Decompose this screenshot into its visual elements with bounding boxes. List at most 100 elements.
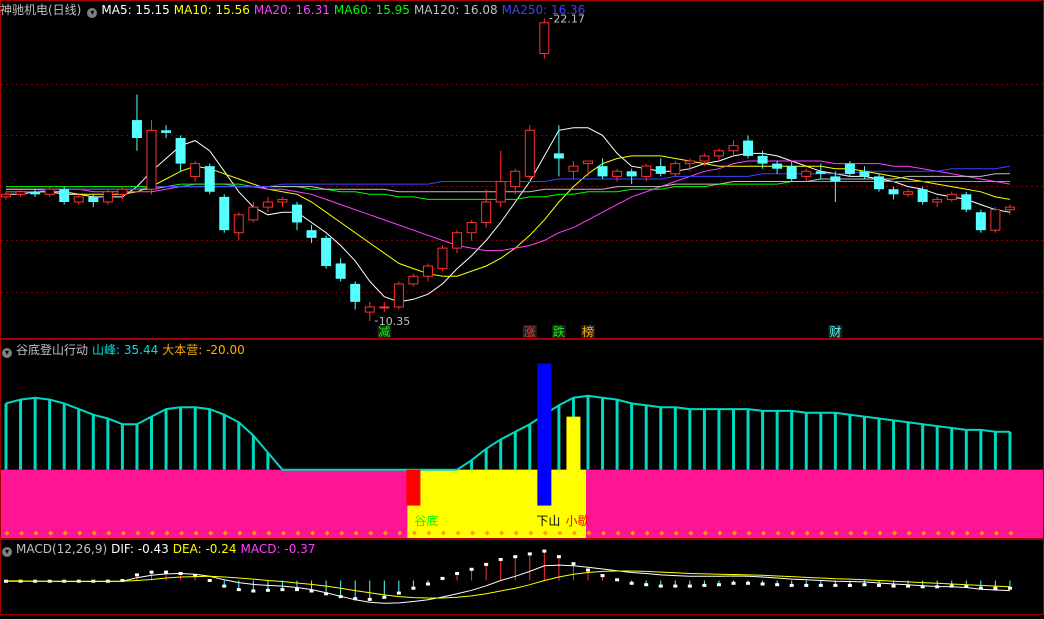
candle-9 — [131, 94, 142, 151]
macd-bar-cap-50 — [731, 581, 736, 585]
candle-32 — [466, 219, 477, 241]
macd-bar-cap-9 — [134, 573, 139, 577]
candle-body-22 — [321, 237, 332, 266]
signal-label-2: 小歇 — [565, 514, 589, 528]
dif-line — [6, 564, 1011, 604]
candle-31 — [452, 230, 463, 254]
candle-body-1 — [15, 191, 26, 195]
candle-11 — [161, 125, 172, 138]
candle-body-45 — [655, 166, 666, 174]
ma-line-ma20 — [6, 160, 1011, 252]
indicator-menu-icon[interactable]: ▾ — [87, 8, 98, 18]
candle-67 — [975, 209, 986, 233]
macd-bar-cap-15 — [222, 584, 227, 588]
candle-65 — [946, 191, 957, 202]
candle-63 — [917, 186, 928, 205]
candle-1 — [15, 189, 26, 197]
candle-body-43 — [626, 171, 637, 177]
candle-body-40 — [583, 160, 593, 165]
candle-16 — [233, 212, 244, 241]
macd-bar-cap-39 — [571, 562, 576, 566]
macd-bar-cap-54 — [789, 583, 794, 587]
indicator-menu-icon[interactable]: ▾ — [2, 348, 12, 358]
candle-body-26 — [379, 306, 390, 309]
candle-body-0 — [1, 193, 11, 198]
macd-bar-cap-31 — [455, 572, 460, 575]
indicator-menu-icon[interactable]: ▾ — [2, 547, 12, 557]
macd-header: ▾ MACD(12,26,9) DIF: -0.43 DEA: -0.24 MACD: … — [0, 541, 319, 557]
candle-body-10 — [146, 129, 157, 190]
candle-body-46 — [670, 163, 681, 175]
macd-bar-cap-30 — [440, 576, 445, 580]
candle-55 — [801, 168, 812, 182]
signal-bar-2 — [566, 416, 581, 506]
candle-62 — [903, 189, 914, 197]
candle-body-9 — [131, 120, 142, 138]
macd-bar-cap-68 — [993, 586, 998, 590]
macd-bar-cap-53 — [775, 583, 780, 587]
candle-body-59 — [859, 171, 870, 177]
candle-14 — [204, 163, 215, 195]
candle-body-17 — [248, 206, 259, 221]
chart-canvas: 22.1710.35减涨跌榜财谷底 下山 小歇 — [0, 0, 1044, 615]
ma-legend-item-4: MA120: 16.08 — [413, 3, 498, 17]
candle-50 — [728, 140, 739, 156]
candle-body-52 — [757, 155, 768, 164]
candle-body-6 — [88, 196, 99, 202]
macd-bar-cap-11 — [164, 570, 169, 574]
candle-body-56 — [815, 171, 826, 174]
macd-bar-cap-61 — [891, 584, 896, 588]
candle-body-4 — [59, 189, 70, 202]
candle-33 — [481, 189, 492, 228]
candle-7 — [102, 189, 113, 205]
candle-body-12 — [175, 138, 186, 164]
signal-bar-1 — [537, 363, 552, 506]
candle-body-30 — [437, 247, 448, 270]
candle-25 — [364, 301, 375, 322]
candle-body-42 — [612, 170, 623, 177]
candle-body-20 — [292, 204, 302, 223]
candle-29 — [422, 263, 433, 282]
ma-line-ma10 — [6, 155, 1011, 277]
candle-body-38 — [553, 153, 564, 159]
candle-body-11 — [161, 130, 172, 133]
ma-legend-item-0: MA5: 15.15 — [101, 3, 170, 17]
candle-body-36 — [524, 129, 535, 177]
candle-body-16 — [233, 214, 244, 234]
macd-bar-cap-27 — [396, 591, 401, 595]
ma-legend: MA5: 15.15 MA10: 15.56 MA20: 16.31 MA60: 15… — [101, 3, 589, 17]
macd-bar-cap-29 — [425, 582, 430, 586]
macd-bar-cap-59 — [862, 583, 867, 587]
candle-28 — [408, 273, 419, 287]
candle-body-62 — [903, 191, 914, 195]
candle-body-68 — [990, 209, 1001, 231]
candle-body-41 — [597, 166, 608, 177]
candle-body-66 — [961, 194, 972, 210]
candle-body-27 — [393, 283, 404, 308]
macd-bar-cap-57 — [833, 583, 838, 587]
macd-bar-cap-32 — [469, 567, 474, 571]
macd-bar-cap-16 — [236, 588, 241, 592]
candle-21 — [306, 225, 317, 243]
event-marker-1: 涨 — [524, 324, 536, 339]
signal-bar-0 — [406, 469, 421, 506]
candle-41 — [597, 158, 608, 179]
macd-bar-cap-46 — [673, 584, 678, 588]
macd-bar-cap-19 — [280, 588, 285, 592]
candle-body-50 — [728, 145, 739, 152]
candle-18 — [262, 196, 273, 213]
macd-bar-cap-42 — [615, 578, 620, 582]
candle-4 — [59, 186, 70, 205]
candle-20 — [292, 202, 302, 231]
event-marker-2: 跌 — [553, 324, 565, 339]
indicator-header: ▾ 谷底登山行动 山峰: 35.44 大本营: -20.00 — [0, 342, 249, 358]
candle-body-49 — [713, 150, 724, 157]
candle-body-39 — [568, 165, 579, 172]
candle-body-51 — [743, 140, 754, 156]
candle-69 — [1004, 204, 1015, 215]
signal-label-1: 下山 — [536, 514, 560, 528]
indicator-legend: 山峰: 35.44 大本营: -20.00 — [92, 343, 249, 357]
macd-bar-cap-20 — [295, 588, 299, 592]
macd-bar-cap-37 — [542, 549, 547, 553]
candle-body-60 — [874, 176, 884, 190]
